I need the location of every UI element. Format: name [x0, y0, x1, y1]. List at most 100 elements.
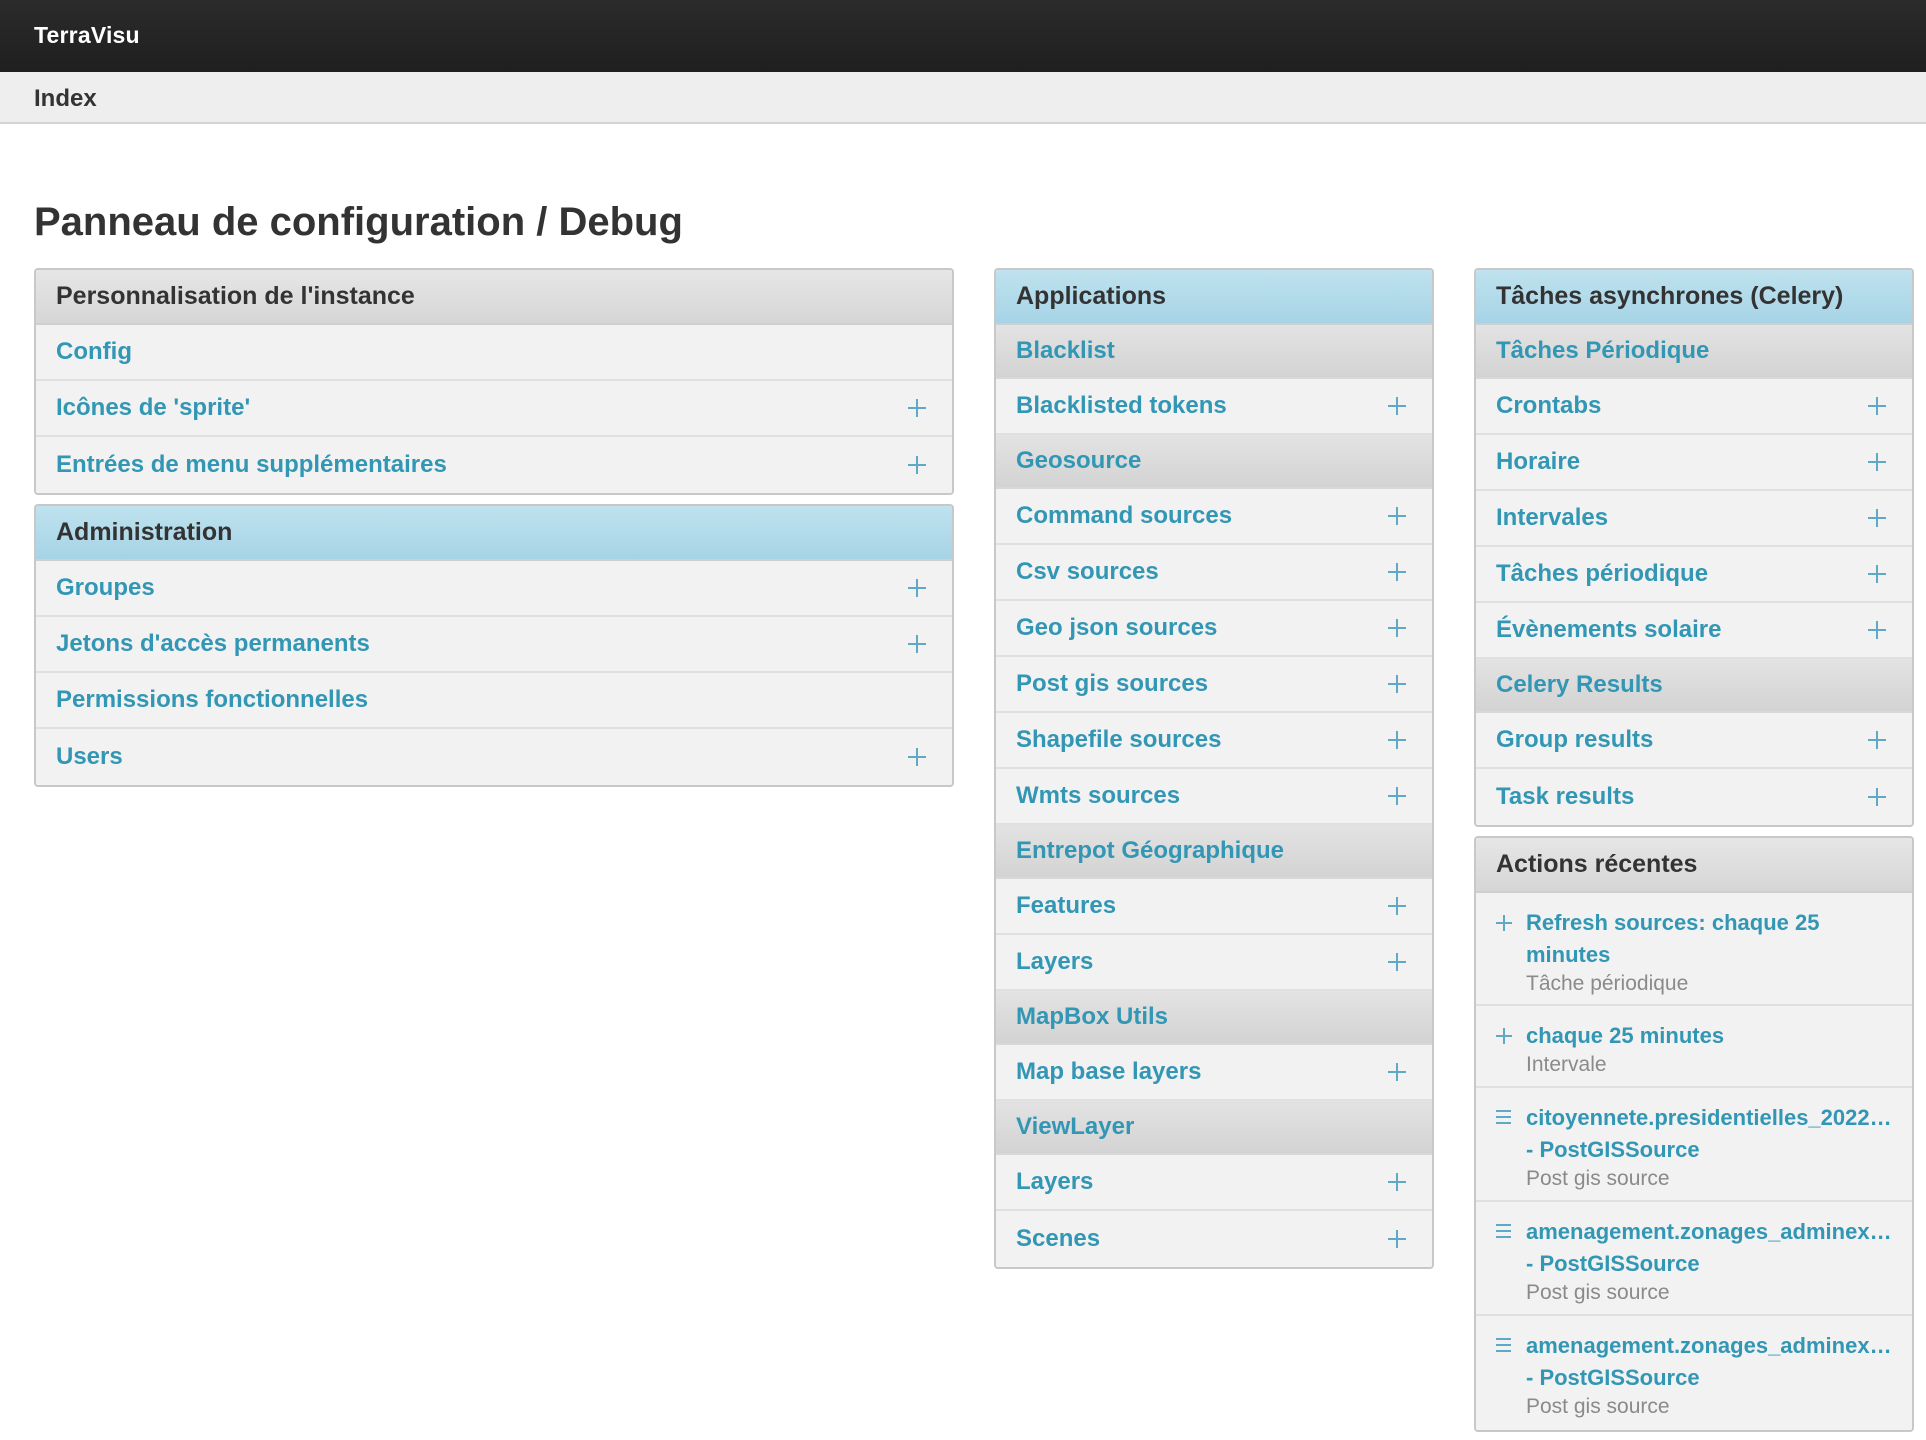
recent-action-type: Tâche périodique: [1526, 972, 1689, 995]
add-icon[interactable]: [1388, 731, 1406, 749]
model-row-intervals[interactable]: Intervales: [1476, 491, 1912, 547]
add-icon[interactable]: [1388, 1173, 1406, 1191]
add-icon[interactable]: [1388, 1063, 1406, 1081]
model-link-task-results[interactable]: Task results: [1496, 783, 1634, 811]
model-link-solar-events[interactable]: Évènements solaire: [1496, 616, 1721, 644]
model-link-features[interactable]: Features: [1016, 892, 1116, 920]
model-link-group-results[interactable]: Group results: [1496, 726, 1653, 754]
add-icon[interactable]: [1868, 788, 1886, 806]
model-row-schedule[interactable]: Horaire: [1476, 435, 1912, 491]
change-icon: [1496, 1224, 1512, 1240]
add-icon[interactable]: [1388, 397, 1406, 415]
model-link-crontabs[interactable]: Crontabs: [1496, 392, 1601, 420]
model-row-group-results[interactable]: Group results: [1476, 713, 1912, 769]
model-link-periodic-task[interactable]: Tâches périodique: [1496, 560, 1708, 588]
model-link-functional-permissions[interactable]: Permissions fonctionnelles: [56, 686, 368, 714]
add-icon[interactable]: [1388, 563, 1406, 581]
model-row-periodic-task[interactable]: Tâches périodique: [1476, 547, 1912, 603]
site-brand[interactable]: TerraVisu: [34, 22, 140, 49]
model-row-map-base-layers[interactable]: Map base layers: [996, 1045, 1432, 1101]
model-row-geojson-sources[interactable]: Geo json sources: [996, 601, 1432, 657]
model-row-shapefile-sources[interactable]: Shapefile sources: [996, 713, 1432, 769]
change-icon: [1496, 1110, 1512, 1126]
model-link-sprite-icons[interactable]: Icônes de 'sprite': [56, 394, 250, 422]
add-icon[interactable]: [1868, 509, 1886, 527]
model-link-extra-menu-entries[interactable]: Entrées de menu supplémentaires: [56, 451, 447, 479]
add-icon[interactable]: [1388, 675, 1406, 693]
change-icon: [1496, 1338, 1512, 1354]
app-group-geosource[interactable]: Geosource: [996, 435, 1432, 489]
add-icon[interactable]: [1868, 453, 1886, 471]
model-row-access-tokens[interactable]: Jetons d'accès permanents: [36, 617, 952, 673]
model-row-crontabs[interactable]: Crontabs: [1476, 379, 1912, 435]
add-icon[interactable]: [1388, 953, 1406, 971]
recent-action-link[interactable]: amenagement.zonages_adminexpress_epci: [1526, 1330, 1892, 1362]
module-instance: Personnalisation de l'instance Config Ic…: [34, 268, 954, 495]
model-link-map-base-layers[interactable]: Map base layers: [1016, 1058, 1201, 1086]
model-link-intervals[interactable]: Intervales: [1496, 504, 1608, 532]
model-link-blacklisted-tokens[interactable]: Blacklisted tokens: [1016, 392, 1227, 420]
model-link-csv-sources[interactable]: Csv sources: [1016, 558, 1159, 586]
add-icon[interactable]: [1388, 507, 1406, 525]
model-row-wmts-sources[interactable]: Wmts sources: [996, 769, 1432, 825]
model-link-geojson-sources[interactable]: Geo json sources: [1016, 614, 1217, 642]
model-link-postgis-sources[interactable]: Post gis sources: [1016, 670, 1208, 698]
model-link-shapefile-sources[interactable]: Shapefile sources: [1016, 726, 1221, 754]
add-icon[interactable]: [1868, 731, 1886, 749]
model-link-wmts-sources[interactable]: Wmts sources: [1016, 782, 1180, 810]
model-row-scenes[interactable]: Scenes: [996, 1211, 1432, 1267]
model-row-extra-menu-entries[interactable]: Entrées de menu supplémentaires: [36, 437, 952, 493]
model-row-features[interactable]: Features: [996, 879, 1432, 935]
model-row-config[interactable]: Config: [36, 325, 952, 381]
model-row-solar-events[interactable]: Évènements solaire: [1476, 603, 1912, 659]
recent-action-link[interactable]: Refresh sources: chaque 25 minutes: [1526, 907, 1892, 971]
model-link-geostore-layers[interactable]: Layers: [1016, 948, 1093, 976]
model-link-config[interactable]: Config: [56, 338, 132, 366]
model-link-viewlayer-layers[interactable]: Layers: [1016, 1168, 1093, 1196]
model-link-command-sources[interactable]: Command sources: [1016, 502, 1232, 530]
model-row-sprite-icons[interactable]: Icônes de 'sprite': [36, 381, 952, 437]
app-group-viewlayer[interactable]: ViewLayer: [996, 1101, 1432, 1155]
top-header: TerraVisu: [0, 0, 1926, 72]
model-row-viewlayer-layers[interactable]: Layers: [996, 1155, 1432, 1211]
add-icon[interactable]: [908, 399, 926, 417]
app-group-periodic-tasks[interactable]: Tâches Périodique: [1476, 325, 1912, 379]
recent-action-link-suffix[interactable]: - PostGISSource: [1526, 1248, 1892, 1280]
model-row-geostore-layers[interactable]: Layers: [996, 935, 1432, 991]
recent-action-link[interactable]: amenagement.zonages_adminexpress_commune…: [1526, 1216, 1892, 1248]
model-row-postgis-sources[interactable]: Post gis sources: [996, 657, 1432, 713]
recent-action-link[interactable]: chaque 25 minutes: [1526, 1020, 1892, 1052]
model-row-functional-permissions[interactable]: Permissions fonctionnelles: [36, 673, 952, 729]
model-link-access-tokens[interactable]: Jetons d'accès permanents: [56, 630, 370, 658]
model-row-csv-sources[interactable]: Csv sources: [996, 545, 1432, 601]
app-group-celery-results[interactable]: Celery Results: [1476, 659, 1912, 713]
app-group-mapbox-utils[interactable]: MapBox Utils: [996, 991, 1432, 1045]
add-icon[interactable]: [1388, 1230, 1406, 1248]
add-icon[interactable]: [1868, 565, 1886, 583]
recent-action-link-suffix[interactable]: - PostGISSource: [1526, 1362, 1892, 1394]
add-icon[interactable]: [1388, 619, 1406, 637]
model-row-blacklisted-tokens[interactable]: Blacklisted tokens: [996, 379, 1432, 435]
recent-action-link[interactable]: citoyennete.presidentielles_2022_1er_tou…: [1526, 1102, 1892, 1134]
add-icon[interactable]: [908, 635, 926, 653]
add-icon[interactable]: [908, 748, 926, 766]
model-link-groups[interactable]: Groupes: [56, 574, 155, 602]
add-icon[interactable]: [1388, 787, 1406, 805]
breadcrumb: Index: [0, 72, 1926, 124]
model-link-users[interactable]: Users: [56, 743, 123, 771]
add-icon[interactable]: [1388, 897, 1406, 915]
model-row-users[interactable]: Users: [36, 729, 952, 785]
model-row-groups[interactable]: Groupes: [36, 561, 952, 617]
add-icon[interactable]: [1868, 397, 1886, 415]
add-icon[interactable]: [908, 456, 926, 474]
add-icon[interactable]: [1868, 621, 1886, 639]
model-link-scenes[interactable]: Scenes: [1016, 1225, 1100, 1253]
model-row-command-sources[interactable]: Command sources: [996, 489, 1432, 545]
model-row-task-results[interactable]: Task results: [1476, 769, 1912, 825]
app-group-geostore[interactable]: Entrepot Géographique: [996, 825, 1432, 879]
recent-action-link-suffix[interactable]: - PostGISSource: [1526, 1134, 1892, 1166]
model-link-schedule[interactable]: Horaire: [1496, 448, 1580, 476]
app-group-blacklist[interactable]: Blacklist: [996, 325, 1432, 379]
add-icon[interactable]: [908, 579, 926, 597]
module-applications-title: Applications: [996, 270, 1432, 325]
